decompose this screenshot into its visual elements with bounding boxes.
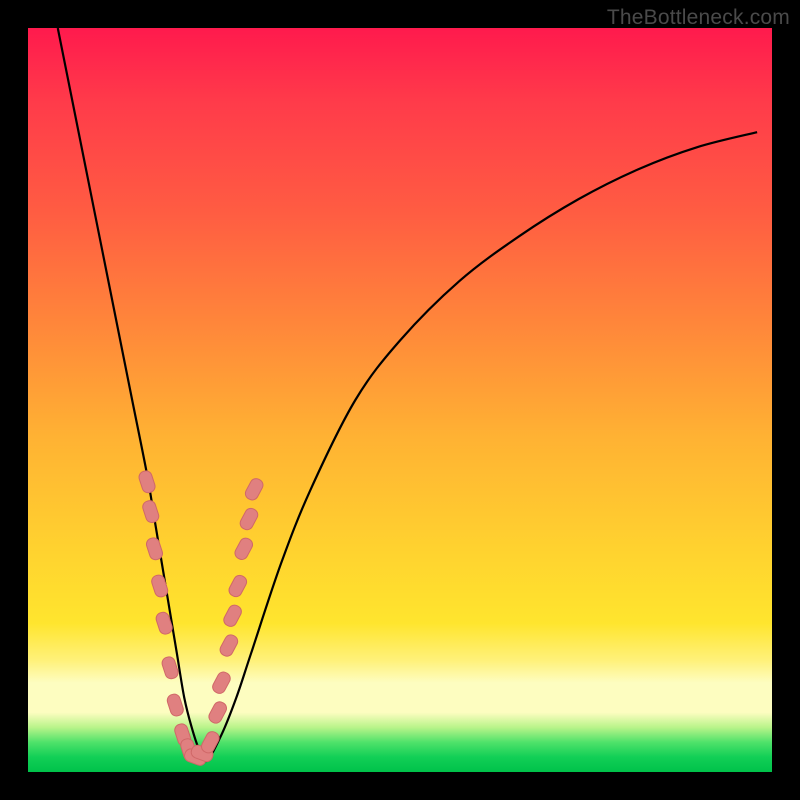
bottleneck-curve (58, 28, 757, 761)
curve-marker (166, 693, 185, 718)
curve-marker (211, 670, 233, 696)
curve-path (58, 28, 757, 761)
curve-marker (145, 536, 164, 561)
curve-markers (137, 469, 265, 767)
curve-marker (227, 573, 249, 599)
curve-marker (218, 633, 240, 659)
curve-marker (233, 536, 255, 562)
chart-frame: TheBottleneck.com (0, 0, 800, 800)
curve-marker (243, 477, 265, 503)
curve-marker (137, 469, 156, 494)
curve-marker (150, 574, 169, 599)
curve-marker (222, 603, 244, 629)
curve-marker (207, 700, 229, 726)
curve-marker (141, 499, 160, 524)
curve-svg (28, 28, 772, 772)
watermark-text: TheBottleneck.com (607, 6, 790, 30)
curve-marker (238, 506, 260, 532)
plot-area (28, 28, 772, 772)
